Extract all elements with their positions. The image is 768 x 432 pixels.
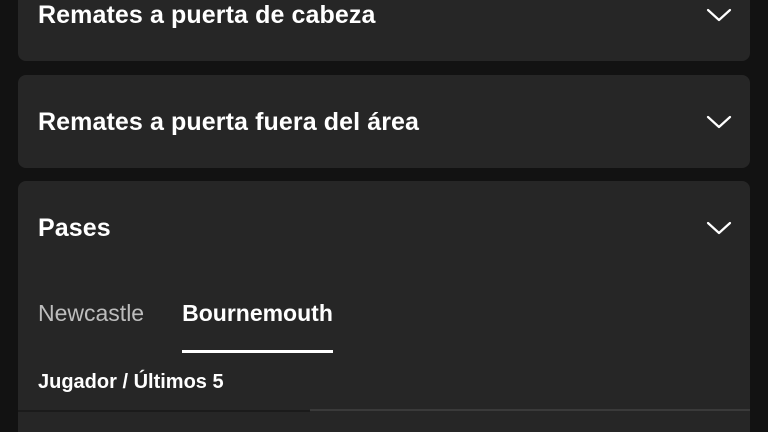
section-passes: Pases Newcastle Bournemouth Jugador / Úl… [18, 181, 750, 432]
section-title: Pases [38, 213, 111, 242]
row-divider [18, 410, 310, 412]
team-tabs: Newcastle Bournemouth [38, 293, 333, 355]
tab-newcastle[interactable]: Newcastle [38, 293, 144, 353]
section-title: Remates a puerta fuera del área [38, 107, 420, 136]
section-headed-shots: Remates a puerta de cabeza [18, 0, 750, 61]
stats-page: Remates a puerta de cabeza Remates a pue… [0, 0, 768, 432]
chevron-down-icon[interactable] [706, 220, 732, 236]
chevron-down-icon[interactable] [706, 114, 732, 130]
section-headed-shots-header[interactable]: Remates a puerta de cabeza [18, 0, 750, 30]
tab-bournemouth[interactable]: Bournemouth [182, 293, 333, 353]
table-column-header: Jugador / Últimos 5 [38, 371, 224, 393]
row-divider [310, 409, 750, 411]
section-passes-header[interactable]: Pases [18, 211, 750, 245]
section-title: Remates a puerta de cabeza [38, 0, 376, 29]
chevron-down-icon[interactable] [706, 7, 732, 23]
section-shots-outside-box-header[interactable]: Remates a puerta fuera del área [18, 105, 750, 139]
section-shots-outside-box: Remates a puerta fuera del área [18, 75, 750, 168]
